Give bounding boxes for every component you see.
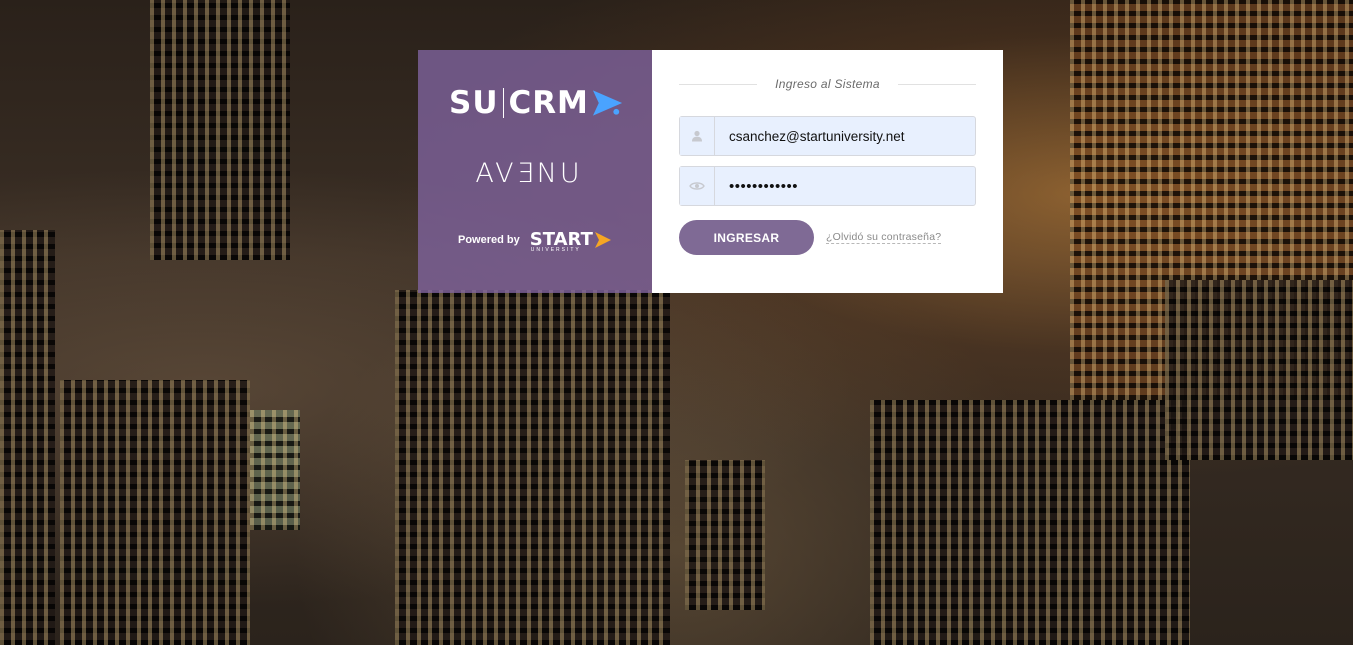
eye-icon — [680, 167, 715, 205]
login-form: Ingreso al Sistema INGRESAR ¿Olvidó — [652, 50, 1003, 293]
password-input[interactable] — [715, 168, 975, 204]
start-university-logo: START UNIVERSITY — [530, 230, 613, 253]
login-button[interactable]: INGRESAR — [679, 220, 814, 255]
sucrm-logo: SU CRM — [449, 83, 624, 123]
divider-right — [897, 83, 976, 85]
building — [870, 400, 1190, 645]
form-title: Ingreso al Sistema — [775, 77, 880, 91]
avenu-wordmark: AVƎNU — [475, 158, 583, 189]
building — [685, 460, 765, 610]
login-panel: SU CRM AVƎNU Powered by START UNIVERSITY… — [418, 50, 1003, 293]
email-input[interactable] — [715, 118, 975, 154]
password-field[interactable] — [679, 166, 976, 206]
email-field[interactable] — [679, 116, 976, 156]
play-arrow-icon — [592, 90, 623, 116]
building — [1165, 280, 1353, 460]
logo-text-su: SU — [449, 85, 499, 121]
building — [0, 230, 55, 645]
user-icon — [680, 117, 715, 155]
divider-left — [679, 83, 758, 85]
forgot-password-link[interactable]: ¿Olvidó su contraseña? — [826, 231, 942, 244]
start-arrow-icon — [594, 232, 611, 248]
powered-by-label: Powered by — [458, 234, 520, 246]
logo-text-crm: CRM — [508, 85, 589, 121]
building — [395, 290, 670, 645]
powered-by: Powered by START UNIVERSITY — [458, 230, 613, 253]
logo-divider — [502, 88, 505, 118]
building — [60, 380, 250, 645]
building — [150, 0, 290, 260]
form-title-row: Ingreso al Sistema — [679, 77, 976, 91]
brand-panel: SU CRM AVƎNU Powered by START UNIVERSITY — [418, 50, 652, 293]
start-logo-sub: UNIVERSITY — [530, 247, 581, 253]
building — [250, 410, 300, 530]
